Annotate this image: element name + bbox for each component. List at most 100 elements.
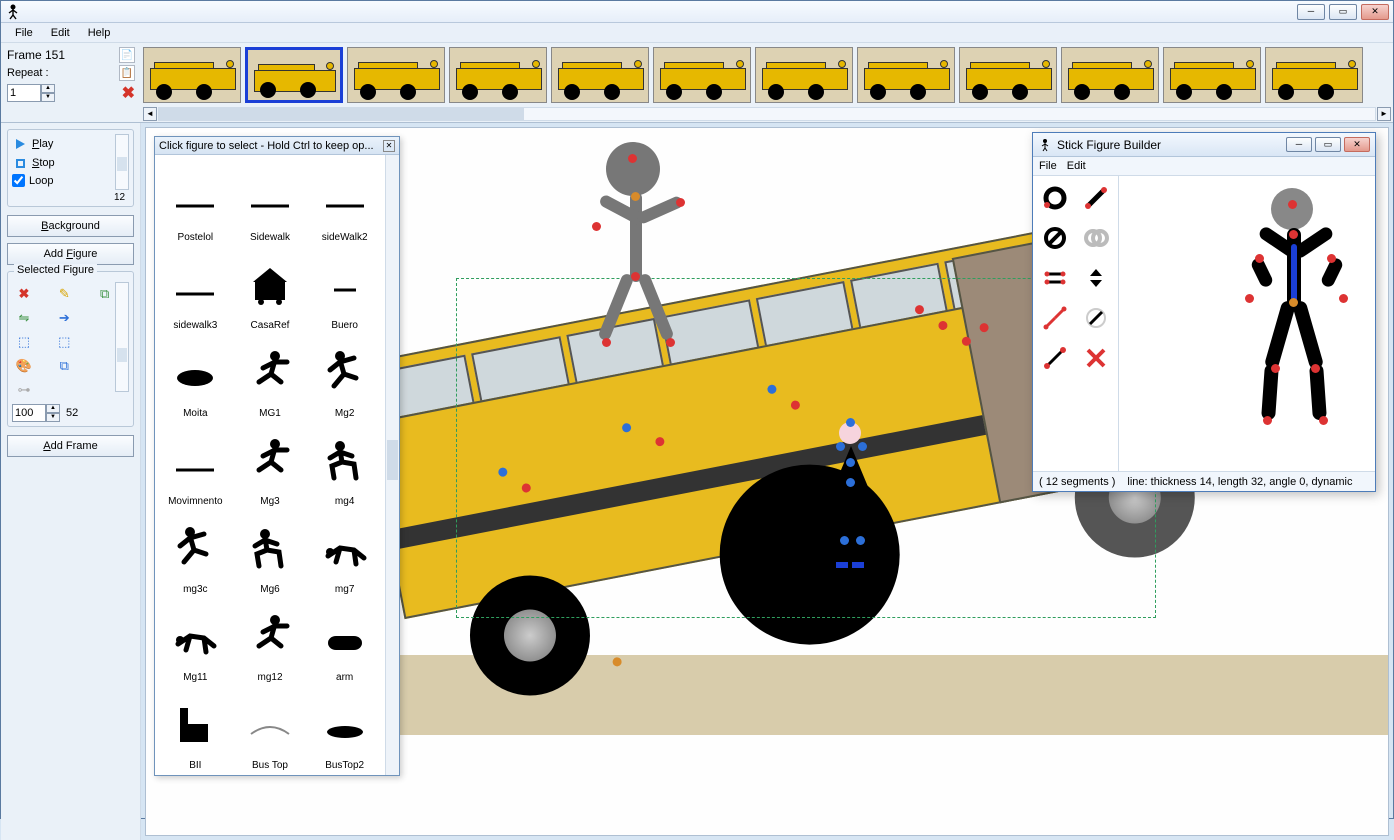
- timeline-frame[interactable]: [347, 47, 445, 103]
- scale-input[interactable]: [12, 404, 46, 422]
- loop-row[interactable]: Loop: [12, 174, 111, 187]
- timeline-scroll-left[interactable]: ◄: [143, 107, 157, 121]
- figure-cell[interactable]: Buero: [308, 247, 381, 333]
- figure-browser-scroll-thumb[interactable]: [387, 440, 398, 480]
- play-row[interactable]: PPlaylay: [12, 136, 111, 152]
- stick-figure-builder[interactable]: Stick Figure Builder ─ ▭ ✕ File Edit: [1032, 132, 1376, 492]
- repeat-input[interactable]: [7, 84, 41, 102]
- builder-close-button[interactable]: ✕: [1344, 137, 1370, 152]
- builder-minimize-button[interactable]: ─: [1286, 137, 1312, 152]
- maximize-button[interactable]: ▭: [1329, 4, 1357, 20]
- timeline-frame[interactable]: [143, 47, 241, 103]
- figure-cell[interactable]: arm: [308, 599, 381, 685]
- scale-up[interactable]: ▲: [46, 404, 60, 413]
- delete-figure-icon[interactable]: ✖: [12, 284, 36, 304]
- move-figure-icon[interactable]: ➔: [52, 308, 76, 328]
- figure-cell[interactable]: sideWalk2: [308, 159, 381, 245]
- figure-cell[interactable]: Movimnento: [159, 423, 232, 509]
- builder-menu-file[interactable]: File: [1039, 160, 1057, 172]
- timeline-scroll-right[interactable]: ►: [1377, 107, 1391, 121]
- figure-cell[interactable]: mg3c: [159, 511, 232, 597]
- timeline-frame[interactable]: [1265, 47, 1363, 103]
- figure-cell[interactable]: mg7: [308, 511, 381, 597]
- tool-segment-static-icon[interactable]: [1037, 260, 1074, 296]
- tool-default-length-icon[interactable]: [1078, 300, 1115, 336]
- figure-cell[interactable]: mg4: [308, 423, 381, 509]
- figure-browser-title[interactable]: Click figure to select - Hold Ctrl to ke…: [155, 137, 399, 155]
- figure-cell[interactable]: Postelol: [159, 159, 232, 245]
- stop-row[interactable]: Stop: [12, 155, 111, 171]
- figure-cell[interactable]: sidewalk3: [159, 247, 232, 333]
- background-button[interactable]: Background: [7, 215, 134, 237]
- builder-maximize-button[interactable]: ▭: [1315, 137, 1341, 152]
- timeline-frame[interactable]: [653, 47, 751, 103]
- tool-delete-icon[interactable]: [1078, 340, 1115, 376]
- timeline-scrollbar[interactable]: ◄ ►: [143, 106, 1391, 122]
- color-figure-icon[interactable]: 🎨: [12, 356, 36, 376]
- builder-preview[interactable]: [1119, 176, 1375, 471]
- stick-figure-girl[interactable]: [826, 418, 876, 568]
- menu-file[interactable]: File: [7, 25, 41, 41]
- figure-browser-scrollbar[interactable]: [385, 155, 399, 775]
- repeat-down[interactable]: ▼: [41, 93, 55, 102]
- figure-cell[interactable]: Mg11: [159, 599, 232, 685]
- tool-duplicate-icon[interactable]: [1078, 220, 1115, 256]
- scale-spinner[interactable]: ▲▼: [12, 404, 60, 422]
- timeline-frame[interactable]: [449, 47, 547, 103]
- timeline-frame[interactable]: [959, 47, 1057, 103]
- timeline-frame[interactable]: [755, 47, 853, 103]
- close-button[interactable]: ✕: [1361, 4, 1389, 20]
- raise-figure-icon[interactable]: ⬚: [12, 332, 36, 352]
- menu-help[interactable]: Help: [80, 25, 119, 41]
- figure-cell[interactable]: Moita: [159, 335, 232, 421]
- copy-frame-icon[interactable]: 📄: [119, 47, 135, 63]
- repeat-spinner[interactable]: ▲▼: [7, 84, 55, 102]
- figure-cell[interactable]: BusTop2: [308, 687, 381, 773]
- timeline-frame[interactable]: [245, 47, 343, 103]
- timeline-frame[interactable]: [551, 47, 649, 103]
- tool-line-single-icon[interactable]: [1037, 340, 1074, 376]
- repeat-up[interactable]: ▲: [41, 84, 55, 93]
- tool-thickness-arrows-icon[interactable]: [1078, 260, 1115, 296]
- figure-browser[interactable]: Click figure to select - Hold Ctrl to ke…: [154, 136, 400, 776]
- join-figure-icon[interactable]: ⊶: [12, 380, 36, 400]
- figure-cell[interactable]: Bus Top: [234, 687, 307, 773]
- loop-checkbox[interactable]: [12, 174, 25, 187]
- add-frame-button[interactable]: Add Frame: [7, 435, 134, 457]
- timeline-scroll-track[interactable]: [158, 107, 1376, 121]
- duplicate-figure-icon[interactable]: ⧉: [52, 356, 76, 376]
- flip-figure-icon[interactable]: ⇋: [12, 308, 36, 328]
- minimize-button[interactable]: ─: [1297, 4, 1325, 20]
- figure-scale-thumb[interactable]: [117, 348, 127, 362]
- playback-speed-slider[interactable]: 12: [115, 134, 129, 190]
- timeline-frame[interactable]: [1163, 47, 1261, 103]
- tool-add-circle-icon[interactable]: [1037, 180, 1074, 216]
- tool-add-line-icon[interactable]: [1078, 180, 1115, 216]
- figure-cell[interactable]: MG1: [234, 335, 307, 421]
- figure-cell[interactable]: Mg6: [234, 511, 307, 597]
- paste-frame-icon[interactable]: 📋: [119, 65, 135, 81]
- tool-split-icon[interactable]: [1037, 300, 1074, 336]
- add-figure-button[interactable]: Add Figure: [7, 243, 134, 265]
- timeline-frame[interactable]: [1061, 47, 1159, 103]
- builder-titlebar[interactable]: Stick Figure Builder ─ ▭ ✕: [1033, 133, 1375, 157]
- figure-cell[interactable]: CasaRef: [234, 247, 307, 333]
- figure-scale-slider[interactable]: [115, 282, 129, 392]
- builder-menu-edit[interactable]: Edit: [1067, 160, 1086, 172]
- figure-cell[interactable]: BII: [159, 687, 232, 773]
- tool-toggle-kind-icon[interactable]: [1037, 220, 1074, 256]
- lower-figure-icon[interactable]: ⬚: [52, 332, 76, 352]
- figure-cell[interactable]: mg12: [234, 599, 307, 685]
- canvas[interactable]: BUS: [145, 127, 1389, 836]
- figure-cell[interactable]: Mg3: [234, 423, 307, 509]
- figure-browser-close-icon[interactable]: ✕: [383, 140, 395, 152]
- menu-edit[interactable]: Edit: [43, 25, 78, 41]
- figure-cell[interactable]: Sidewalk: [234, 159, 307, 245]
- delete-frame-icon[interactable]: ✖: [122, 83, 135, 103]
- edit-figure-icon[interactable]: ✎: [52, 284, 76, 304]
- center-figure-icon[interactable]: ⧉: [93, 284, 117, 304]
- playback-speed-thumb[interactable]: [117, 157, 127, 171]
- figure-cell[interactable]: Mg2: [308, 335, 381, 421]
- timeline-scroll-thumb[interactable]: [159, 108, 524, 120]
- timeline-frame[interactable]: [857, 47, 955, 103]
